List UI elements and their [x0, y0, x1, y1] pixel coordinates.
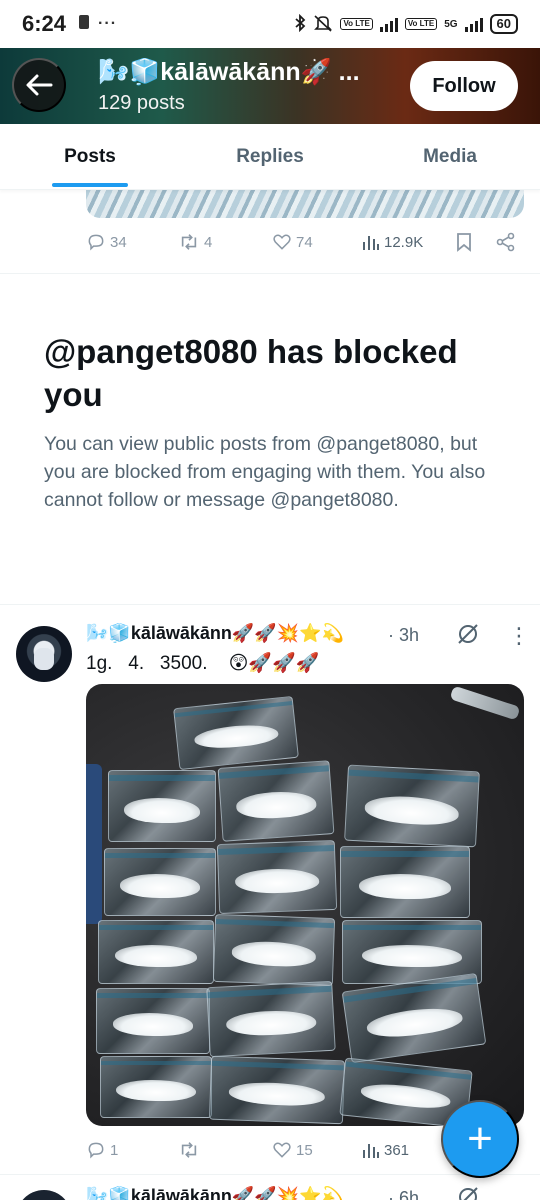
post-image-partial[interactable]	[86, 186, 524, 218]
reply-icon	[88, 1142, 104, 1159]
bag-shape	[104, 848, 216, 916]
grok-icon[interactable]	[456, 1185, 480, 1200]
views-icon	[363, 236, 379, 250]
blocked-description: You can view public posts from @panget80…	[44, 433, 486, 511]
bag-shape	[98, 920, 214, 984]
bag-shape	[217, 760, 335, 842]
reply-button[interactable]: 1	[86, 1140, 178, 1160]
compose-post-button[interactable]: +	[441, 1100, 519, 1178]
profile-name: 🌬️🧊kālāwākānn🚀 ...	[98, 58, 360, 86]
profile-header-banner: 🌬️🧊kālāwākānn🚀 ... 129 posts Follow	[0, 48, 540, 124]
status-left-icons: ···	[78, 14, 117, 35]
status-bar: 6:24 ··· Vo LTE Vo LTE 5G 60	[0, 0, 540, 48]
back-arrow-icon	[26, 74, 53, 96]
avatar[interactable]	[16, 626, 72, 682]
reply-count: 34	[110, 233, 127, 251]
blade-shape	[449, 685, 521, 721]
post-actions: 1 15 361	[86, 1140, 456, 1160]
post-display-name[interactable]: 🌬️🧊kālāwākānn🚀🚀💥⭐💫	[86, 623, 344, 644]
reply-count: 1	[110, 1141, 119, 1159]
divider	[0, 1174, 540, 1175]
avatar[interactable]	[16, 1190, 72, 1200]
bag-shape	[340, 846, 470, 918]
signal-icon	[379, 16, 398, 32]
views-count: 361	[384, 1141, 410, 1159]
like-button[interactable]: 15	[272, 1140, 362, 1160]
bag-shape	[206, 980, 336, 1058]
profile-tabs: Posts Replies Media	[0, 124, 540, 190]
share-button[interactable]	[496, 232, 516, 252]
bag-shape	[173, 695, 299, 771]
bookmark-icon	[457, 233, 471, 252]
bag-shape	[100, 1056, 212, 1118]
more-options-icon[interactable]: ⋮	[508, 625, 530, 647]
like-count: 74	[296, 233, 313, 251]
grok-icon[interactable]	[456, 622, 480, 651]
repost-button[interactable]	[178, 1140, 272, 1160]
post-text: 1g. 4. 3500. 😲🚀🚀🚀	[86, 653, 320, 674]
bluetooth-icon	[294, 13, 306, 35]
bag-shape	[344, 764, 480, 848]
bookmark-button[interactable]	[456, 232, 496, 252]
heart-icon	[273, 1142, 291, 1158]
tab-replies[interactable]: Replies	[180, 124, 360, 189]
share-icon	[496, 232, 515, 252]
tab-label: Posts	[64, 145, 116, 167]
like-button[interactable]: 74	[272, 232, 362, 252]
post-actions-top: 34 4 74 12.9K	[86, 232, 516, 252]
repost-icon	[181, 1142, 197, 1158]
tab-media[interactable]: Media	[360, 124, 540, 189]
posts-count: 129 posts	[98, 92, 185, 114]
follow-button[interactable]: Follow	[410, 61, 518, 111]
bag-shape	[96, 988, 210, 1054]
post-image[interactable]	[86, 684, 524, 1126]
repost-icon	[181, 234, 197, 250]
views-count: 12.9K	[384, 233, 424, 251]
like-count: 15	[296, 1141, 313, 1159]
mute-icon	[313, 14, 333, 35]
volte-icon: Vo LTE	[340, 18, 373, 30]
post-display-name[interactable]: 🌬️🧊kālāwākānn🚀🚀💥⭐💫	[86, 1186, 344, 1200]
blocked-title: @panget8080 has blocked you	[44, 333, 458, 413]
bag-shape	[208, 1055, 346, 1125]
battery-icon: 60	[489, 14, 518, 34]
bag-shape	[108, 770, 216, 842]
bag-shape	[216, 839, 338, 915]
notification-icon	[78, 14, 90, 35]
divider	[0, 273, 540, 274]
views-icon	[363, 1144, 379, 1158]
reply-button[interactable]: 34	[86, 232, 178, 252]
post-timestamp[interactable]: · 3h	[388, 625, 419, 646]
tab-posts[interactable]: Posts	[0, 124, 180, 189]
network-type: 5G	[444, 18, 458, 30]
bag-shape	[341, 972, 487, 1064]
post-timestamp[interactable]: · 6h	[388, 1188, 419, 1200]
heart-icon	[273, 234, 291, 250]
divider	[0, 604, 540, 605]
volte-icon-2: Vo LTE	[404, 18, 438, 30]
bag-shape	[212, 913, 336, 987]
reply-icon	[88, 234, 104, 251]
views-button[interactable]: 12.9K	[362, 233, 456, 251]
phone-edge-shape	[86, 764, 102, 924]
active-tab-indicator	[52, 183, 128, 187]
more-dots-icon: ···	[98, 15, 118, 32]
repost-count: 4	[204, 233, 213, 251]
tab-label: Media	[423, 145, 477, 167]
status-time: 6:24	[22, 11, 67, 36]
repost-button[interactable]: 4	[178, 232, 272, 252]
back-button[interactable]	[12, 58, 66, 112]
status-right-icons: Vo LTE Vo LTE 5G 60	[294, 13, 518, 35]
tab-label: Replies	[236, 145, 304, 167]
signal-icon-2	[464, 16, 483, 32]
